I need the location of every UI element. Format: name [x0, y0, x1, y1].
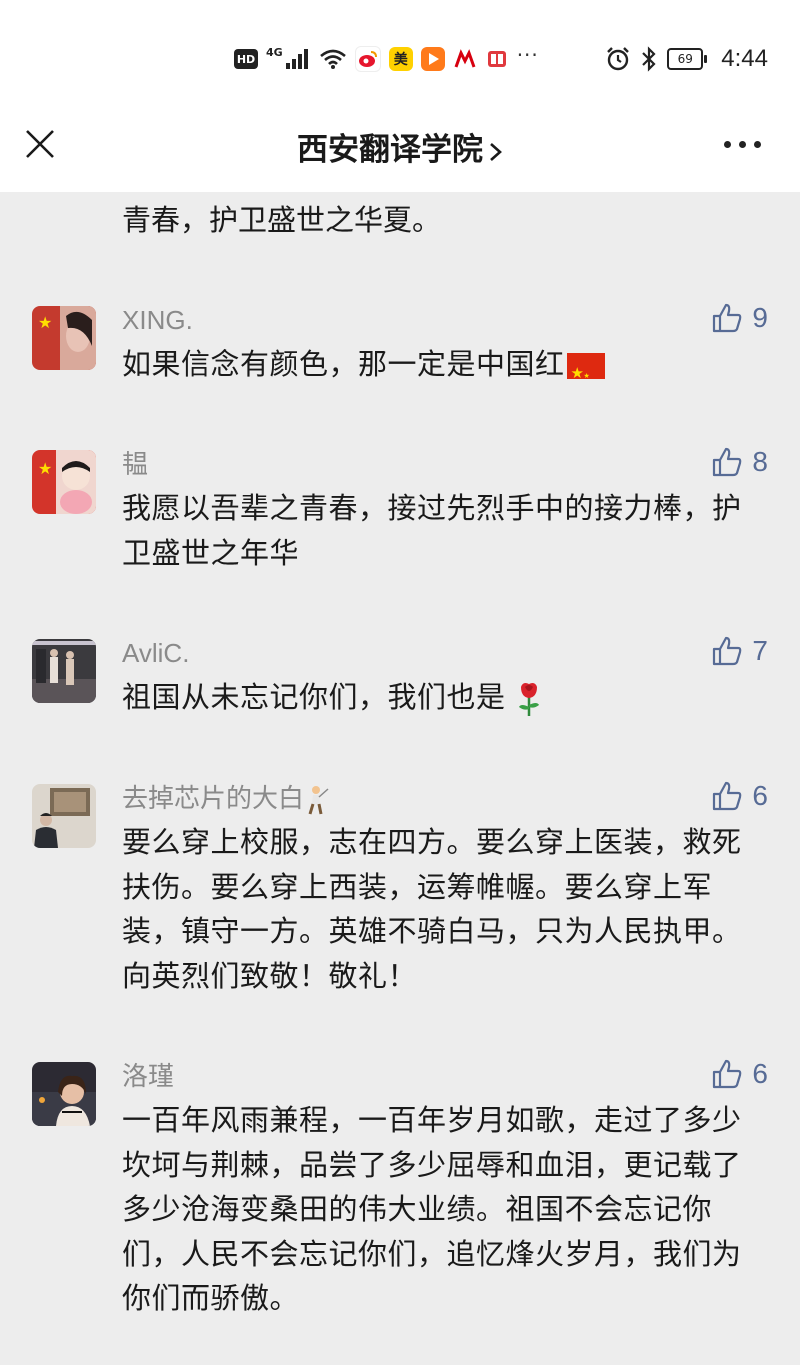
chevron-right-icon	[490, 142, 502, 161]
thumbs-up-icon	[713, 636, 742, 666]
video-play-icon	[420, 47, 445, 71]
like-button[interactable]: 9	[712, 302, 768, 334]
more-dot	[724, 140, 731, 148]
status-right-icons: 69 4:44	[605, 44, 768, 74]
more-button[interactable]	[724, 132, 764, 156]
comment-body: 如果信念有颜色，那一定是中国红	[122, 347, 565, 381]
weibo-icon	[354, 46, 381, 72]
like-count: 8	[752, 446, 768, 477]
wifi-icon	[319, 49, 346, 69]
status-left-icons: HD 4G 美 ···	[234, 43, 539, 74]
svg-text:★: ★	[38, 459, 52, 478]
thumbs-up-icon	[713, 781, 742, 811]
thumbs-up-icon	[713, 447, 742, 477]
comment-username[interactable]: 洛瑾	[122, 1060, 174, 1092]
status-bar: HD 4G 美 ··· 69 4:44	[0, 0, 800, 100]
avatar[interactable]: ★	[32, 450, 96, 514]
signal-icon	[285, 49, 308, 69]
avatar[interactable]: ★	[32, 306, 96, 370]
thumbs-up-icon	[713, 1059, 742, 1089]
golfer-emoji	[308, 786, 329, 815]
comment-username[interactable]: 韫	[122, 448, 148, 480]
comment-username[interactable]: AvliC.	[122, 637, 189, 669]
like-count: 6	[752, 780, 768, 811]
like-count: 7	[752, 635, 768, 666]
comment-body: 祖国从未忘记你们，我们也是	[122, 680, 506, 714]
more-dot	[754, 140, 761, 148]
comment-text: 如果信念有颜色，那一定是中国红	[122, 342, 762, 399]
cmb-bank-icon	[452, 47, 477, 71]
comment-text: 我愿以吾辈之青春，接过先烈手中的接力棒，护卫盛世之年华	[122, 491, 742, 570]
comment-username[interactable]: XING.	[122, 304, 193, 336]
battery-icon: 69	[667, 48, 708, 70]
bluetooth-icon	[642, 46, 656, 72]
comment-text: 一百年风雨兼程，一百年岁月如歌，走过了多少坎坷与荆棘，品尝了多少屈辱和血泪，更记…	[122, 1103, 742, 1315]
alarm-icon	[607, 47, 630, 71]
china-flag-emoji	[566, 351, 605, 399]
like-button[interactable]: 8	[712, 446, 768, 478]
avatar[interactable]	[32, 639, 96, 703]
meituan-icon: 美	[388, 47, 413, 71]
like-button[interactable]: 6	[712, 780, 768, 812]
account-name[interactable]: 西安翻译学院	[297, 132, 483, 168]
like-count: 6	[752, 1058, 768, 1089]
comment-text: 祖国从未忘记你们，我们也是	[122, 675, 762, 720]
like-button[interactable]: 6	[712, 1058, 768, 1090]
comment-text-tail: 青春，护卫盛世之华夏。	[122, 203, 442, 237]
username-text[interactable]: 去掉芯片的大白	[122, 783, 304, 813]
reader-book-icon	[484, 47, 509, 71]
like-button[interactable]: 7	[712, 635, 768, 667]
rose-emoji	[519, 683, 540, 716]
hd-badge: HD	[234, 49, 258, 69]
more-notifications-icon: ···	[516, 43, 539, 67]
avatar[interactable]	[32, 784, 96, 848]
comment-username[interactable]: 去掉芯片的大白	[122, 782, 330, 815]
thumbs-up-icon	[713, 303, 742, 333]
like-count: 9	[752, 302, 768, 333]
network-type: 4G	[266, 45, 283, 59]
avatar[interactable]	[32, 1062, 96, 1126]
more-dot	[739, 140, 746, 148]
comment-text: 要么穿上校服，志在四方。要么穿上医装，救死扶伤。要么穿上西装，运筹帷幄。要么穿上…	[122, 825, 742, 993]
svg-text:★: ★	[38, 313, 52, 332]
page-title[interactable]: 西安翻译学院	[0, 124, 800, 169]
clock: 4:44	[721, 45, 768, 72]
battery-level: 69	[677, 52, 693, 66]
